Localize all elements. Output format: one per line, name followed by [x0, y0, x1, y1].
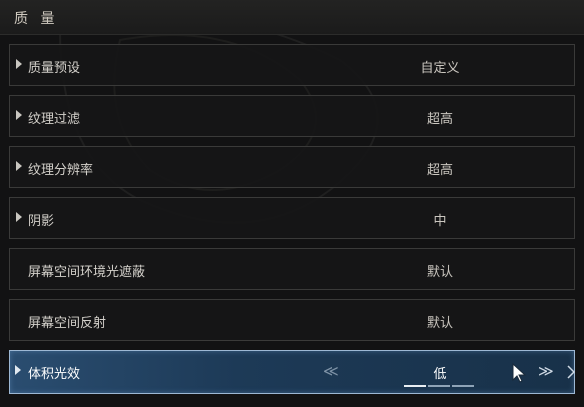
setting-value: 超高 — [426, 163, 453, 178]
level-segment — [452, 385, 474, 387]
setting-label: 纹理过滤 — [28, 112, 81, 127]
setting-row-shadows[interactable]: 阴影 中 — [9, 197, 575, 239]
setting-value: 默认 — [426, 265, 453, 280]
setting-row-volumetric-lighting[interactable]: 体积光效 ≪ 低 ≫ — [9, 350, 575, 394]
setting-value: 自定义 — [420, 61, 460, 76]
setting-label: 纹理分辨率 — [28, 163, 94, 178]
mouse-cursor-icon — [512, 363, 527, 383]
setting-label: 阴影 — [28, 214, 55, 229]
setting-row-ssr[interactable]: 屏幕空间反射 默认 — [9, 299, 575, 341]
caret-right-icon — [16, 161, 22, 171]
chevron-left-icon[interactable]: ≪ — [323, 362, 339, 380]
setting-row-quality-preset[interactable]: 质量预设 自定义 — [9, 44, 575, 86]
scroll-indicator-icon — [567, 365, 575, 379]
setting-label: 屏幕空间反射 — [28, 316, 107, 331]
chevron-right-icon[interactable]: ≫ — [538, 362, 554, 380]
setting-value: 超高 — [426, 112, 453, 127]
level-segment — [428, 385, 450, 387]
setting-row-texture-filtering[interactable]: 纹理过滤 超高 — [9, 95, 575, 137]
settings-list: 质量预设 自定义 纹理过滤 超高 纹理分辨率 超高 阴影 中 屏幕空间环境光遮蔽… — [9, 44, 575, 403]
caret-right-icon — [16, 110, 22, 120]
caret-right-icon — [15, 365, 21, 375]
setting-label: 屏幕空间环境光遮蔽 — [28, 265, 146, 280]
setting-value: 中 — [433, 214, 447, 229]
section-header: 质 量 — [0, 0, 584, 35]
setting-value: 低 — [433, 367, 447, 382]
caret-right-icon — [16, 59, 22, 69]
level-segment — [404, 385, 426, 387]
setting-value: 默认 — [426, 316, 453, 331]
setting-label: 体积光效 — [28, 367, 81, 382]
setting-row-texture-resolution[interactable]: 纹理分辨率 超高 — [9, 146, 575, 188]
caret-right-icon — [16, 212, 22, 222]
setting-label: 质量预设 — [28, 61, 81, 76]
setting-row-ssao[interactable]: 屏幕空间环境光遮蔽 默认 — [9, 248, 575, 290]
section-title: 质 量 — [14, 11, 59, 27]
